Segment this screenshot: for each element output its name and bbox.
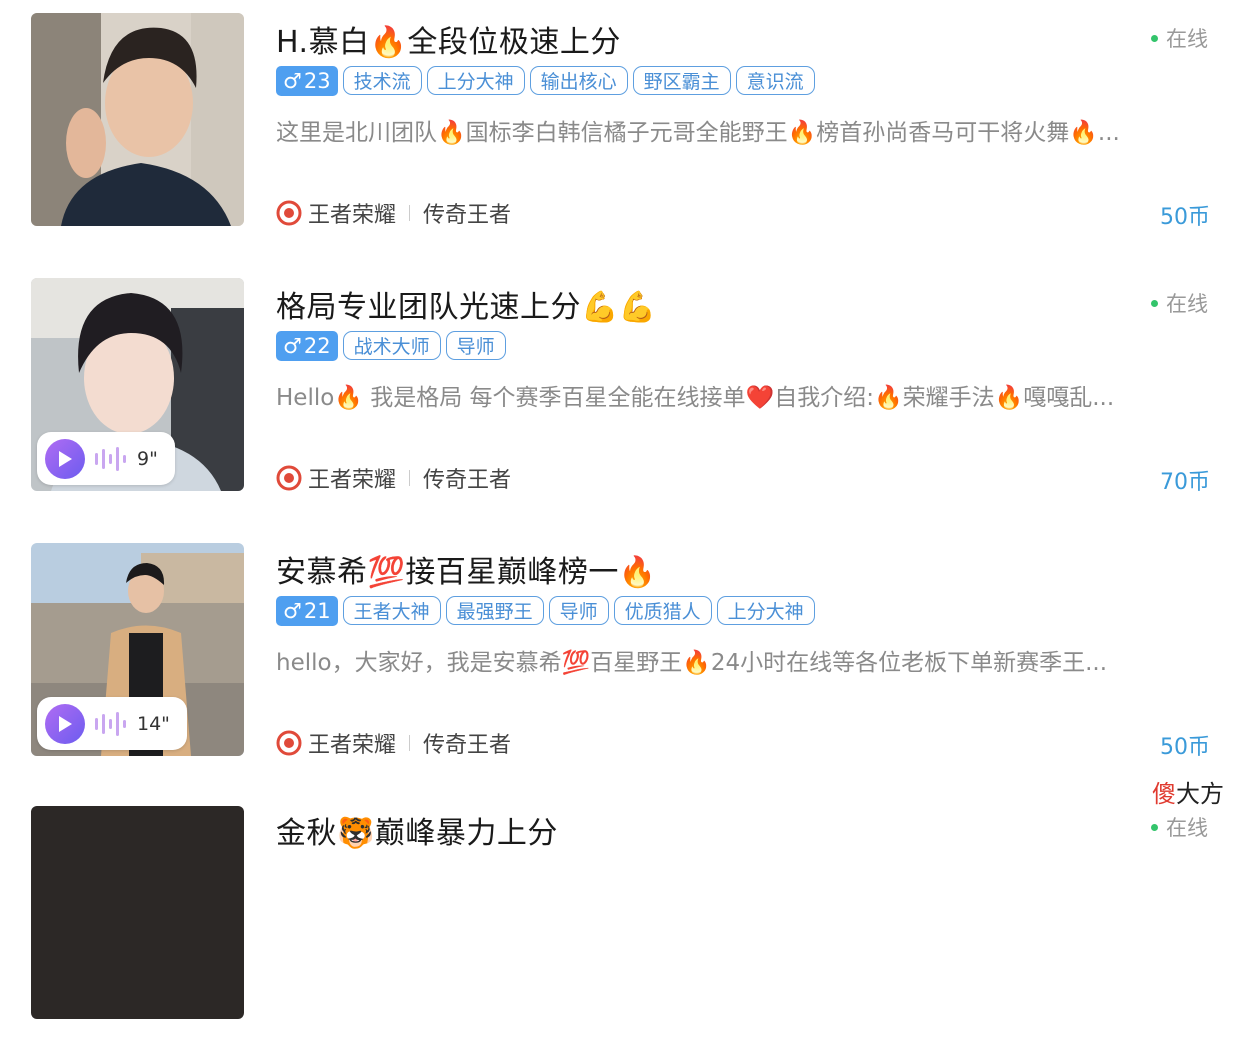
item-description: Hello🔥 我是格局 每个赛季百星全能在线接单❤️自我介绍:🔥荣耀手法🔥嘎嘎乱… (276, 385, 1115, 411)
game-info: 王者荣耀 传奇王者 (276, 727, 511, 759)
tag: 战术大师 (342, 331, 441, 360)
tag: 上分大神 (426, 66, 525, 95)
game-name: 王者荣耀 (308, 468, 397, 493)
game-logo-icon (276, 730, 302, 756)
divider (409, 735, 411, 751)
game-logo-icon (276, 465, 302, 491)
voice-intro-button[interactable]: 14" (37, 697, 187, 750)
status-text: 在线 (1166, 27, 1208, 51)
item-title: H.慕白🔥全段位极速上分 (276, 25, 621, 60)
tag-list: ♂ 22 战术大师 导师 (276, 331, 506, 361)
online-dot-icon (1151, 299, 1158, 307)
male-icon: ♂ (283, 599, 302, 623)
watermark: 傻大方 (1152, 774, 1224, 809)
item-description: hello，大家好，我是安慕希💯百星野王🔥24小时在线等各位老板下单新赛季王..… (276, 650, 1108, 676)
list-item[interactable]: 金秋🐯巅峰暴力上分 在线 (0, 806, 1242, 1046)
avatar[interactable]: 14" (31, 543, 244, 756)
voice-duration: 14" (137, 712, 170, 735)
sound-wave-icon (95, 446, 126, 471)
male-icon: ♂ (283, 69, 302, 93)
tag: 导师 (548, 596, 609, 625)
age-text: 23 (303, 69, 331, 93)
tag: 最强野王 (445, 596, 544, 625)
price-text: 50币 (1160, 205, 1210, 230)
list-item[interactable]: 9" 格局专业团队光速上分💪💪 在线 ♂ 22 战术大师 导师 Hello🔥 我… (0, 278, 1242, 518)
avatar[interactable] (31, 13, 244, 226)
avatar[interactable]: 9" (31, 278, 244, 491)
item-title: 金秋🐯巅峰暴力上分 (276, 816, 558, 851)
voice-intro-button[interactable]: 9" (37, 432, 175, 485)
online-status: 在线 (1151, 288, 1208, 318)
game-info: 王者荣耀 传奇王者 (276, 197, 511, 229)
age-text: 22 (303, 334, 331, 358)
game-name: 王者荣耀 (308, 733, 397, 758)
tag: 输出核心 (529, 66, 628, 95)
tag: 技术流 (342, 66, 422, 95)
online-dot-icon (1151, 823, 1158, 831)
tag-list: ♂ 21 王者大神 最强野王 导师 优质猎人 上分大神 (276, 596, 815, 626)
watermark-char: 傻 (1152, 780, 1176, 808)
price-text: 50币 (1160, 735, 1210, 760)
game-name: 王者荣耀 (308, 203, 397, 228)
play-icon[interactable] (45, 438, 85, 479)
sound-wave-icon (95, 711, 126, 736)
rank-text: 传奇王者 (423, 468, 512, 493)
online-status: 在线 (1151, 812, 1208, 842)
rank-text: 传奇王者 (423, 733, 512, 758)
tag: 优质猎人 (613, 596, 712, 625)
watermark-text: 大方 (1176, 780, 1224, 808)
play-icon[interactable] (45, 703, 85, 744)
gender-age-badge: ♂ 22 (276, 331, 338, 361)
online-status: 在线 (1151, 23, 1208, 53)
tag: 意识流 (735, 66, 815, 95)
divider (409, 470, 411, 486)
gender-age-badge: ♂ 23 (276, 66, 338, 96)
status-text: 在线 (1166, 816, 1208, 840)
tag-list: ♂ 23 技术流 上分大神 输出核心 野区霸主 意识流 (276, 66, 815, 96)
gender-age-badge: ♂ 21 (276, 596, 338, 626)
tag: 王者大神 (342, 596, 441, 625)
rank-text: 传奇王者 (423, 203, 512, 228)
item-title: 安慕希💯接百星巅峰榜一🔥 (276, 555, 657, 590)
game-info: 王者荣耀 传奇王者 (276, 462, 511, 494)
price-text: 70币 (1160, 470, 1210, 495)
list-item[interactable]: H.慕白🔥全段位极速上分 在线 ♂ 23 技术流 上分大神 输出核心 野区霸主 … (0, 13, 1242, 253)
item-title: 格局专业团队光速上分💪💪 (276, 290, 657, 325)
tag: 上分大神 (716, 596, 815, 625)
divider (409, 205, 411, 221)
avatar[interactable] (31, 806, 244, 1019)
online-dot-icon (1151, 34, 1158, 42)
age-text: 21 (303, 599, 331, 623)
tag: 导师 (445, 331, 506, 360)
tag: 野区霸主 (632, 66, 731, 95)
voice-duration: 9" (137, 447, 158, 470)
male-icon: ♂ (283, 334, 302, 358)
game-logo-icon (276, 200, 302, 226)
status-text: 在线 (1166, 292, 1208, 316)
list-item[interactable]: 14" 安慕希💯接百星巅峰榜一🔥 ♂ 21 王者大神 最强野王 导师 优质猎人 … (0, 543, 1242, 783)
item-description: 这里是北川团队🔥国标李白韩信橘子元哥全能野王🔥榜首孙尚香马可干将火舞🔥... (276, 120, 1120, 146)
